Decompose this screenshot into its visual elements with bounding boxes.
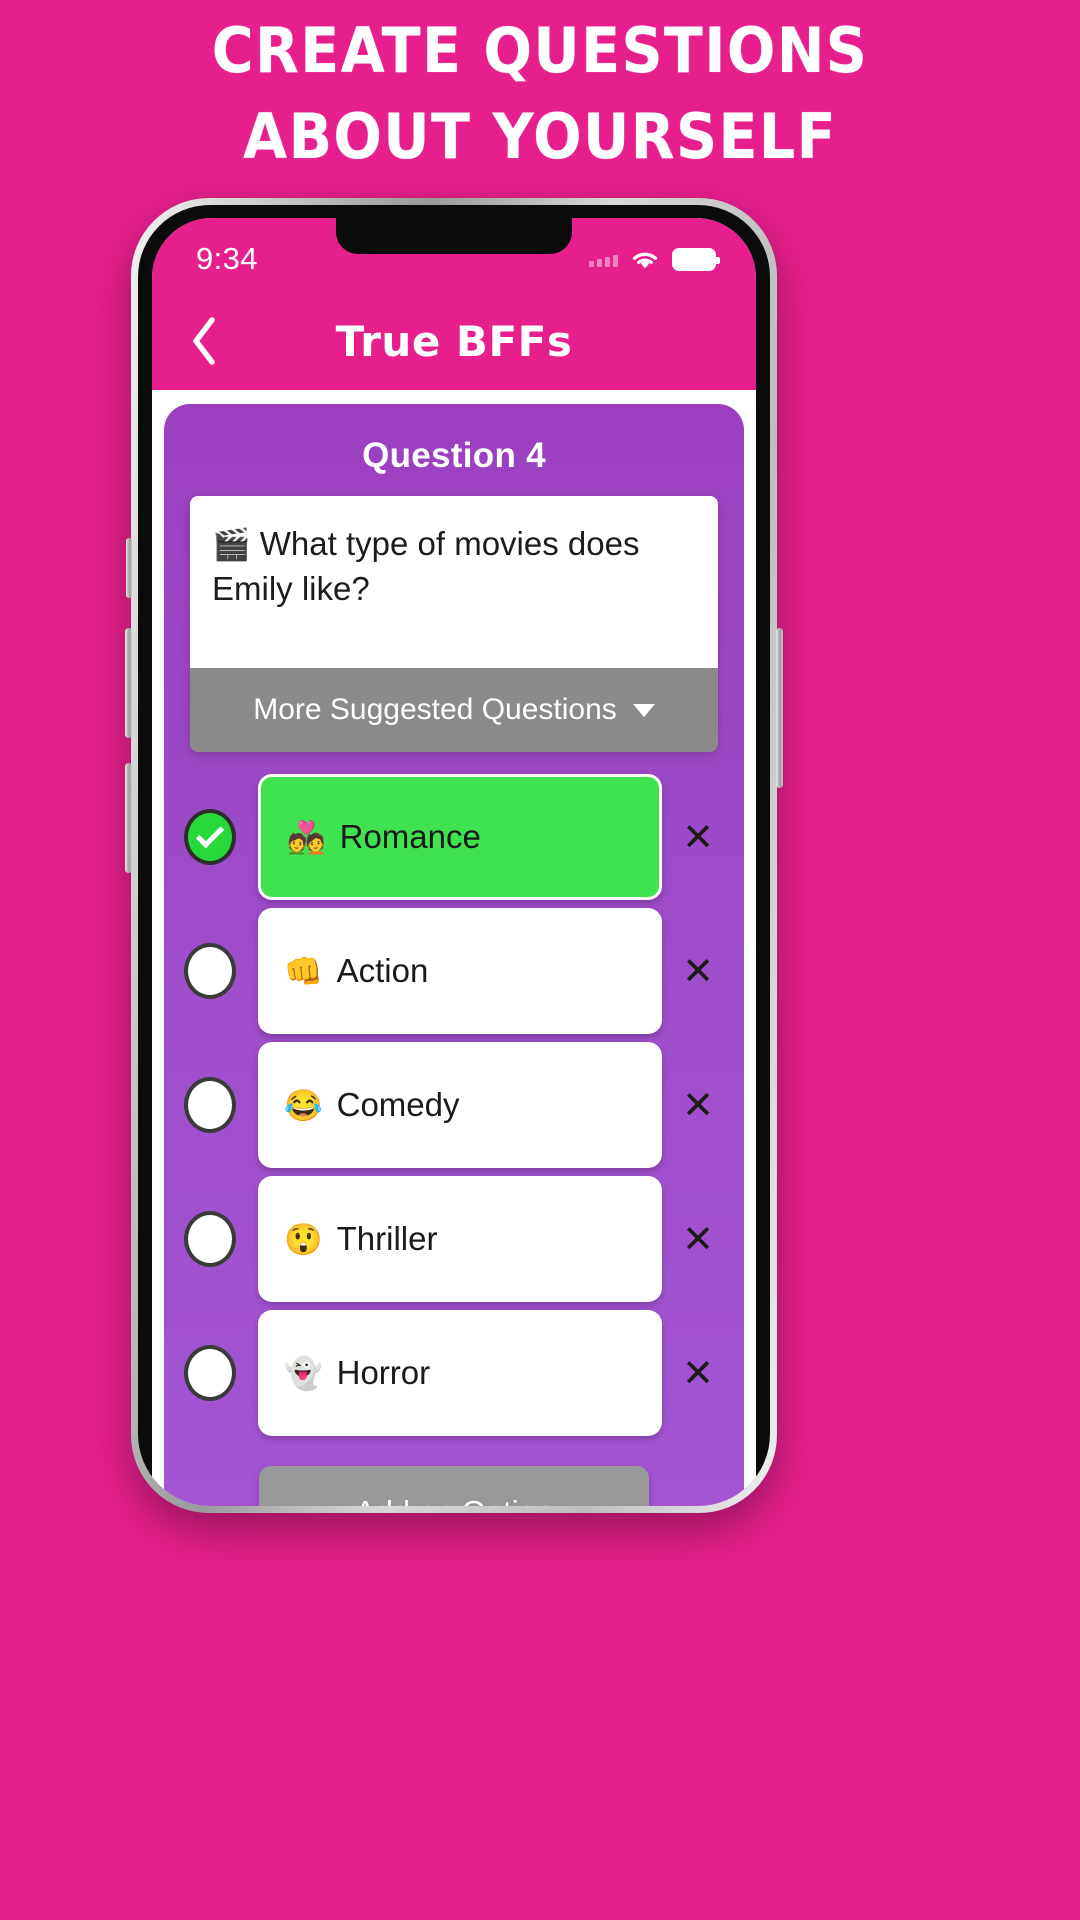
option-input-romance[interactable]: 💑 Romance: [258, 774, 662, 900]
question-text-value: What type of movies does Emily like?: [212, 525, 640, 607]
option-label-comedy: Comedy: [336, 1086, 460, 1123]
check-icon: [195, 820, 225, 849]
back-chevron-icon[interactable]: [190, 313, 234, 369]
add-option-button[interactable]: Add an Option: [259, 1466, 649, 1506]
option-row: 👻 Horror ✕: [164, 1310, 744, 1436]
option-label-romance: Romance: [339, 818, 481, 855]
option-radio-romance[interactable]: [184, 809, 236, 865]
phone-power-button: [776, 628, 783, 788]
question-input-group: 🎬 What type of movies does Emily like? M…: [190, 496, 718, 752]
phone-volume-up-button: [125, 628, 132, 738]
option-input-horror[interactable]: 👻 Horror: [258, 1310, 662, 1436]
phone-mute-switch: [126, 538, 132, 598]
astonished-face-icon: 😲: [284, 1221, 323, 1257]
option-radio-comedy[interactable]: [184, 1077, 236, 1133]
app-content: Question 4 🎬 What type of movies does Em…: [152, 390, 756, 1506]
option-radio-thriller[interactable]: [184, 1211, 236, 1267]
more-suggested-questions-button[interactable]: More Suggested Questions: [190, 668, 718, 752]
wifi-icon: [629, 247, 661, 271]
option-input-action[interactable]: 👊 Action: [258, 908, 662, 1034]
add-option-container: Add an Option: [164, 1444, 744, 1506]
phone-mockup: 9:34 True BFFs Question 4 🎬 What type of…: [125, 198, 783, 1513]
app-header: True BFFs: [152, 292, 756, 390]
close-x-icon-comedy[interactable]: ✕: [676, 1083, 720, 1127]
battery-full-icon: [672, 247, 720, 271]
option-row: 👊 Action ✕: [164, 908, 744, 1034]
question-card: Question 4 🎬 What type of movies does Em…: [164, 404, 744, 1506]
phone-notch: [336, 218, 572, 254]
close-x-icon-romance[interactable]: ✕: [676, 815, 720, 859]
phone-bezel: 9:34 True BFFs Question 4 🎬 What type of…: [138, 205, 770, 1506]
option-radio-horror[interactable]: [184, 1345, 236, 1401]
status-bar-icons: [589, 247, 720, 271]
page-title: True BFFs: [335, 316, 573, 366]
fist-icon: 👊: [284, 953, 323, 989]
ghost-icon: 👻: [284, 1355, 323, 1391]
options-list: 💑 Romance ✕ 👊 Action ✕ 😂 Comedy ✕ 😲 Thri…: [164, 752, 744, 1436]
signal-bars-icon: [589, 251, 618, 267]
option-input-comedy[interactable]: 😂 Comedy: [258, 1042, 662, 1168]
option-label-thriller: Thriller: [336, 1220, 438, 1257]
question-text-input[interactable]: 🎬 What type of movies does Emily like?: [190, 496, 718, 668]
clapper-board-icon: 🎬: [212, 527, 251, 562]
promo-headline: Create Questions About Yourself: [211, 14, 869, 173]
option-radio-action[interactable]: [184, 943, 236, 999]
phone-volume-down-button: [125, 763, 132, 873]
chevron-down-icon: [632, 703, 655, 717]
couple-with-heart-icon: 💑: [287, 819, 326, 855]
option-label-action: Action: [336, 952, 429, 989]
option-row: 😲 Thriller ✕: [164, 1176, 744, 1302]
close-x-icon-horror[interactable]: ✕: [676, 1351, 720, 1395]
phone-screen: 9:34 True BFFs Question 4 🎬 What type of…: [152, 218, 756, 1506]
question-number-label: Question 4: [362, 436, 546, 475]
close-x-icon-action[interactable]: ✕: [676, 949, 720, 993]
option-row: 😂 Comedy ✕: [164, 1042, 744, 1168]
option-row: 💑 Romance ✕: [164, 774, 744, 900]
option-input-thriller[interactable]: 😲 Thriller: [258, 1176, 662, 1302]
status-bar-time: 9:34: [196, 241, 258, 276]
more-suggested-questions-label: More Suggested Questions: [253, 693, 617, 726]
option-label-horror: Horror: [336, 1354, 431, 1391]
close-x-icon-thriller[interactable]: ✕: [676, 1217, 720, 1261]
laughing-face-icon: 😂: [284, 1087, 323, 1123]
